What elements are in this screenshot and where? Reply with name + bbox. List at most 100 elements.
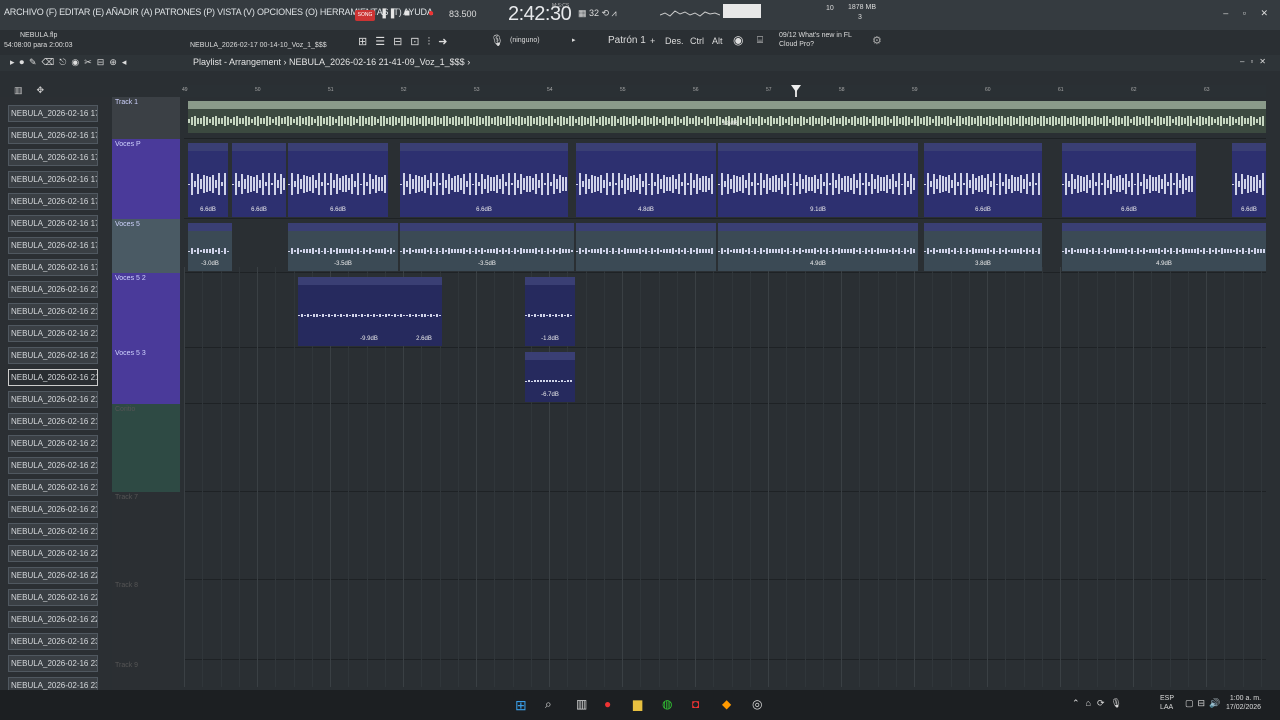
audio-clip[interactable]: [FREE] Hanzel La H x Hades 66 Type Beat … xyxy=(188,101,1266,133)
browser-item[interactable]: NEBULA_2026-02-16 17- xyxy=(8,149,98,166)
browser-item[interactable]: NEBULA_2026-02-16 23- xyxy=(8,655,98,672)
browser-item[interactable]: NEBULA_2026-02-16 21- xyxy=(8,479,98,496)
settings-icon[interactable]: ⚙ xyxy=(872,34,882,47)
browser-item[interactable]: NEBULA_2026-02-16 22- xyxy=(8,589,98,606)
track-header[interactable]: Voces 5 2 xyxy=(112,273,180,348)
browser-item[interactable]: NEBULA_2026-02-16 21- xyxy=(8,523,98,540)
app-icon-2[interactable]: ◘ xyxy=(692,697,699,711)
browser-item[interactable]: NEBULA_2026-02-16 17- xyxy=(8,105,98,122)
fl-studio-icon[interactable]: ◆ xyxy=(722,697,731,711)
browser-item[interactable]: NEBULA_2026-02-16 21- xyxy=(8,281,98,298)
snap-selector[interactable]: (ninguno) xyxy=(510,37,540,44)
file-explorer-icon[interactable]: ▆ xyxy=(633,697,642,711)
browser-item[interactable]: NEBULA_2026-02-16 21- xyxy=(8,303,98,320)
system-clock[interactable]: 1:00 a. m. 17/02/2026 xyxy=(1226,694,1261,712)
mixer-icons[interactable]: ▦ 32 ⟲ ⩘ xyxy=(578,8,617,19)
toolbar-label-ctrl[interactable]: Ctrl xyxy=(690,36,704,46)
audio-clip[interactable]: NEBU.._$$$ 2.6dB xyxy=(406,277,442,346)
waveform-bar xyxy=(351,248,353,254)
audio-clip[interactable]: NEBULA_2026-02-..58_Voz_1_$$$ 3.8dB xyxy=(924,223,1042,271)
stop-button[interactable]: ■ xyxy=(400,8,414,20)
search-icon[interactable]: ⌕ xyxy=(545,697,552,712)
browser-item[interactable]: NEBULA_2026-02-16 17- xyxy=(8,193,98,210)
audio-clip[interactable]: NEBULA_2026-..14_Voz_1_$$$ -3.5dB xyxy=(288,223,398,271)
playlist-window-controls[interactable]: –▫✕ xyxy=(1240,57,1272,66)
playhead-marker[interactable] xyxy=(791,85,801,92)
song-mode-toggle[interactable]: SONG xyxy=(355,10,375,21)
browser-item[interactable]: NEBULA_2026-02-16 17- xyxy=(8,215,98,232)
audio-clip[interactable]: NEBULA_2026-02-16 23-47-13_Voz_1_$$$ 6.6d… xyxy=(400,143,568,217)
timeline-ruler[interactable]: 49 50 51 52 53 54 55 56 57 58 59 60 61 62 63 xyxy=(180,85,1266,97)
browser-item[interactable]: NEBULA_2026-02-16 21- xyxy=(8,457,98,474)
audio-clip[interactable]: NEBULA_2026-02-16 23-55-41_Voz_1_$$$ 4.9d… xyxy=(1062,223,1266,271)
track-header[interactable]: Voces 5 xyxy=(112,219,180,273)
browser-item[interactable]: NEBULA_2026-02-16 21- xyxy=(8,413,98,430)
audio-clip[interactable]: NEBULA_2026-02-..58_Voz_1_$$$ 6.6dB xyxy=(924,143,1042,217)
pattern-selector[interactable]: Patrón 1 xyxy=(608,35,646,46)
audio-clip[interactable]: NEBULA_2026-02-16 23-55-41_Voz_1_$$$ 9.1d… xyxy=(718,143,918,217)
browser-item[interactable]: NEBULA_2026-02-16 22- xyxy=(8,611,98,628)
news-icon[interactable]: ⌸ xyxy=(757,35,763,46)
audio-clip[interactable]: NEBU.._$$$ 6.6dB xyxy=(232,143,286,217)
news-panel[interactable]: 09/12 What's new in FL Cloud Pro? xyxy=(779,31,859,49)
browser-item[interactable]: NEBULA_2026-02-16 17- xyxy=(8,237,98,254)
add-pattern-icon[interactable]: + xyxy=(650,36,655,46)
audio-clip[interactable]: NEBU.._$$$ -1.8dB xyxy=(525,277,575,346)
window-controls[interactable]: – ▫ ✕ xyxy=(1223,8,1274,19)
browser-item[interactable]: NEBULA_2026-02-16 22- xyxy=(8,545,98,562)
playlist-tools[interactable]: ▸⏺✎⌫⎋◉✂⊟⊕◂ xyxy=(10,57,131,68)
language-indicator[interactable]: ESP LAA xyxy=(1160,694,1174,712)
audio-clip[interactable]: NEBU.._$$$ -3.0dB xyxy=(188,223,232,271)
fl-cloud-icon[interactable]: ◉ xyxy=(733,33,743,47)
track-header[interactable]: Track 7 xyxy=(112,492,180,580)
task-view-icon[interactable]: ▥ xyxy=(576,697,587,711)
next-arrow-icon[interactable]: ▸ xyxy=(572,36,576,44)
view-tool-icons[interactable]: ⊞☰⊟⊡⫶➜ xyxy=(358,35,455,49)
audio-clip[interactable]: NEBULA_2026-02-16 23-55-41_Voz_1_$$$ 4.9d… xyxy=(718,223,918,271)
track-lane[interactable] xyxy=(184,404,1266,492)
browser-item[interactable]: NEBULA_2026-02-16 21- xyxy=(8,391,98,408)
tray-icons[interactable]: ⌃⌂⟳🎙 xyxy=(1072,698,1128,709)
audio-clip[interactable]: NEB.._$$$ 6.6dB xyxy=(1232,143,1266,217)
browser-toolbar-icons[interactable]: ▥✥ xyxy=(14,85,58,96)
chrome-icon[interactable]: ◎ xyxy=(752,697,762,711)
windows-start-icon[interactable]: ⊞ xyxy=(515,697,527,714)
browser-item[interactable]: NEBULA_2026-02-16 21- xyxy=(8,435,98,452)
track-header[interactable]: Voces 5 3 xyxy=(112,348,180,404)
browser-item[interactable]: NEBULA_2026-02-16 21- xyxy=(8,369,98,386)
record-button[interactable]: ● xyxy=(424,8,438,20)
pause-button[interactable]: ❚❚ xyxy=(380,8,397,20)
tray-icons-2[interactable]: ▢⊟🔊 xyxy=(1185,698,1224,709)
track-lane[interactable] xyxy=(184,348,1266,404)
whatsapp-icon[interactable]: ◍ xyxy=(662,697,672,711)
track-header[interactable]: Track 1 xyxy=(112,97,180,139)
browser-item[interactable]: NEBULA_2026-02-16 17- xyxy=(8,259,98,276)
track-header[interactable]: Voces P xyxy=(112,139,180,219)
browser-item[interactable]: NEBULA_2026-02-16 22- xyxy=(8,567,98,584)
audio-clip[interactable]: NEBULA_2026-02-16 23-47-13_Voz_1_$$$ -3.5… xyxy=(400,223,574,271)
track-lane[interactable] xyxy=(184,492,1266,580)
toolbar-label-alt[interactable]: Alt xyxy=(712,36,723,46)
browser-item[interactable]: NEBULA_2026-02-16 21- xyxy=(8,325,98,342)
browser-item[interactable]: NEBULA_2026-02-16 21- xyxy=(8,501,98,518)
audio-clip[interactable]: NEBU.._$$$ 6.6dB xyxy=(188,143,228,217)
browser-item[interactable]: NEBULA_2026-02-16 17- xyxy=(8,127,98,144)
track-header[interactable]: Track 8 xyxy=(112,580,180,660)
tempo-display[interactable]: 83.500 xyxy=(449,9,477,19)
audio-clip[interactable]: NEBULA_2026-02-17 0-14-10_Voz_1_$$ xyxy=(576,223,716,271)
audio-clip[interactable]: NEBULA_2026-02-16 23-55-41_Voz_1_$$$ 6.6d… xyxy=(1062,143,1196,217)
browser-item[interactable]: NEBULA_2026-02-16 21- xyxy=(8,347,98,364)
microphone-icon[interactable]: 🎙 xyxy=(490,34,504,47)
app-red-icon[interactable]: ● xyxy=(604,697,611,711)
audio-clip[interactable]: NEBU.._$$$ -6.7dB xyxy=(525,352,575,402)
track-lane[interactable] xyxy=(184,580,1266,660)
track-lane[interactable] xyxy=(184,660,1266,690)
audio-clip[interactable]: NEBULA_2026-02-17 0-14-10_Vo 4.8dB xyxy=(576,143,716,217)
browser-item[interactable]: NEBULA_2026-02-16 17- xyxy=(8,171,98,188)
track-header[interactable]: Coritio xyxy=(112,404,180,492)
toolbar-label-des[interactable]: Des. xyxy=(665,36,684,46)
browser-item[interactable]: NEBULA_2026-02-16 23- xyxy=(8,633,98,650)
audio-clip[interactable]: NEBULA_2026-..14_Voz_1_$$$ 6.6dB xyxy=(288,143,388,217)
waveform-bar xyxy=(209,249,211,253)
playlist-tracks[interactable]: [FREE] Hanzel La H x Hades 66 Type Beat … xyxy=(184,97,1266,690)
